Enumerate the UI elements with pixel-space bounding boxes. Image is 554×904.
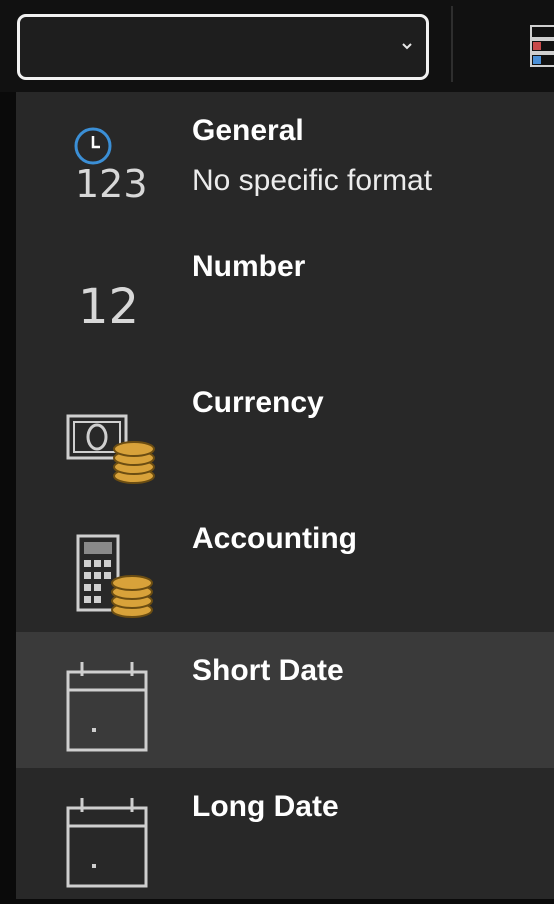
number-format-dropdown: 123 General No specific format 12 Number bbox=[16, 92, 554, 899]
calendar-icon bbox=[60, 782, 168, 890]
menu-item-number[interactable]: 12 Number bbox=[16, 228, 554, 364]
menu-item-title: Accounting bbox=[192, 522, 357, 555]
menu-item-long-date[interactable]: Long Date bbox=[16, 768, 554, 904]
ribbon-toolbar bbox=[0, 0, 554, 92]
menu-item-title: Short Date bbox=[192, 654, 344, 687]
conditional-format-icon[interactable] bbox=[527, 18, 554, 74]
calendar-icon bbox=[60, 646, 168, 754]
currency-icon bbox=[60, 378, 168, 486]
menu-item-accounting[interactable]: Accounting bbox=[16, 500, 554, 636]
toolbar-divider bbox=[451, 6, 453, 82]
menu-item-description: No specific format bbox=[192, 164, 433, 197]
clock-123-icon: 123 bbox=[60, 106, 168, 214]
chevron-down-icon[interactable] bbox=[400, 39, 414, 53]
number-icon-digits: 12 bbox=[78, 279, 140, 335]
menu-item-title: Number bbox=[192, 250, 306, 283]
menu-item-title: Long Date bbox=[192, 790, 339, 823]
accounting-icon bbox=[60, 514, 168, 622]
menu-item-general[interactable]: 123 General No specific format bbox=[16, 92, 554, 228]
menu-item-title: Currency bbox=[192, 386, 324, 419]
menu-item-title: General bbox=[192, 114, 304, 147]
general-icon-digits: 123 bbox=[75, 162, 148, 206]
number-format-combobox[interactable] bbox=[17, 14, 429, 80]
number-12-icon: 12 bbox=[60, 242, 168, 350]
menu-item-short-date[interactable]: Short Date bbox=[16, 632, 554, 768]
menu-item-currency[interactable]: Currency bbox=[16, 364, 554, 500]
